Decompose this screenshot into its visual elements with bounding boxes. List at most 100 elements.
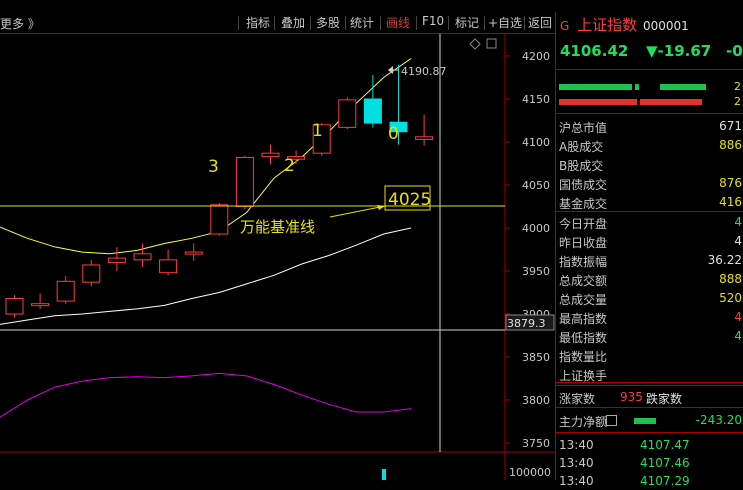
ratio-bar-red-right — [640, 99, 702, 105]
mainflow-label: 主力净额 — [559, 415, 608, 429]
kline-chart[interactable]: 4200415041004050400039503900385038003750… — [0, 34, 555, 480]
tab-overlay[interactable]: 叠加 — [278, 14, 308, 31]
stat-row: 上证换手 — [556, 364, 743, 383]
ma-yellow-line — [0, 58, 412, 255]
wave-label-2: 2 — [284, 156, 295, 176]
quote-title: G 上证指数 000001 — [560, 14, 689, 35]
stat-row: 沪总市值 671 — [556, 116, 743, 135]
stat-row: 指数量比 — [556, 345, 743, 364]
tab-draw-line[interactable]: 画线 — [383, 14, 413, 31]
top-strip — [0, 0, 555, 4]
candle-body — [363, 98, 382, 124]
resize-controls[interactable] — [469, 38, 497, 50]
stock-code: 000001 — [642, 19, 689, 33]
divider — [556, 382, 743, 384]
stat-value: 36.22 — [707, 252, 742, 267]
tick-row: 13:40 4107.46 — [556, 453, 743, 472]
stat-label: 国债成交 — [559, 178, 608, 193]
stat-row: 最高指数 4 — [556, 307, 743, 326]
separator — [448, 16, 449, 30]
ma-magenta-line — [0, 372, 412, 418]
candle-body — [107, 257, 126, 263]
list-icon[interactable] — [606, 415, 617, 426]
stat-label: B股成交 — [559, 159, 604, 174]
tick-price: 4107.46 — [640, 456, 690, 470]
stat-label: 最高指数 — [559, 312, 608, 326]
stat-value: 4 — [734, 233, 742, 248]
ratio-bar-red — [559, 99, 637, 105]
tick-price: 4107.47 — [640, 438, 690, 452]
price-tick-label: 4200 — [522, 50, 550, 63]
stat-value: 888 — [719, 271, 742, 286]
divider — [556, 113, 743, 114]
candles — [5, 64, 434, 318]
ratio-bar-green — [559, 84, 632, 90]
quote-panel: G 上证指数 000001 4106.42 ▼-19.67 -0 2 2 沪总市… — [555, 12, 743, 488]
stat-row: 总成交额 888 — [556, 269, 743, 288]
up-count-label: 涨家数 — [559, 392, 596, 406]
stat-label: 指数振幅 — [559, 254, 608, 269]
mainflow-row[interactable]: 主力净额 -243.20 — [556, 410, 743, 429]
candle-body — [82, 264, 101, 283]
price-tick-label: 3950 — [522, 265, 550, 278]
price-tick-label: 4000 — [522, 222, 550, 235]
candle-body — [338, 99, 357, 128]
stat-value: 671 — [719, 119, 742, 133]
tab-f10[interactable]: F10 — [419, 14, 447, 28]
ratio-bar-green-small — [635, 84, 639, 90]
separator — [416, 16, 417, 30]
volume-bar — [382, 469, 386, 480]
stat-row: A股成交 886 — [556, 135, 743, 154]
stat-label: 总成交量 — [559, 292, 608, 307]
more-menu[interactable]: 更多 》 — [0, 15, 40, 32]
candle-body — [56, 280, 75, 302]
baseline-note: 万能基准线 — [240, 218, 315, 236]
price-tick-label: 3750 — [522, 437, 550, 450]
stat-row: 最低指数 4 — [556, 326, 743, 345]
stat-label: 昨日收盘 — [559, 235, 608, 250]
tab-statistics[interactable]: 统计 — [347, 14, 377, 31]
stat-label: 总成交额 — [559, 273, 608, 288]
tick-time: 13:40 — [559, 456, 594, 470]
stat-value: 4 — [734, 214, 742, 229]
window-icon[interactable] — [486, 38, 497, 49]
tab-indicators[interactable]: 指标 — [243, 14, 273, 31]
tab-mark[interactable]: 标记 — [452, 14, 482, 31]
stat-label: 今日开盘 — [559, 216, 608, 231]
price-tick-label: 4100 — [522, 136, 550, 149]
candle-body — [159, 259, 178, 274]
ratio-bar-green-right — [660, 84, 706, 90]
stat-row: 国债成交 876 — [556, 173, 743, 192]
stat-value: 4 — [734, 329, 742, 344]
candle-body — [184, 251, 203, 255]
candle-body — [210, 204, 229, 235]
price-tick-label: 3850 — [522, 351, 550, 364]
stat-row: 总成交量 520 — [556, 288, 743, 307]
tick-price: 4107.29 — [640, 474, 690, 488]
price-tick-label: 4150 — [522, 93, 550, 106]
stat-row: 基金成交 416 — [556, 192, 743, 211]
up-count-value: 935 — [620, 390, 643, 404]
back-button[interactable]: 返回 — [525, 14, 555, 31]
tab-multi-stock[interactable]: 多股 — [313, 14, 343, 31]
down-count-label: 跌家数 — [646, 392, 683, 406]
tick-row: 13:40 4107.29 — [556, 471, 743, 490]
price-tick-label: 3800 — [522, 394, 550, 407]
crosshair-value: 3879.3 — [507, 317, 546, 330]
candle-body — [5, 298, 24, 315]
candle-body — [133, 253, 152, 261]
separator — [238, 16, 239, 30]
last-price: 4106.42 — [560, 42, 629, 60]
stat-value: 520 — [719, 290, 742, 305]
divider — [556, 407, 743, 408]
separator — [310, 16, 311, 30]
bar-value-2: 2 — [734, 95, 741, 108]
stat-row: 指数振幅 36.22 — [556, 250, 743, 269]
stat-value: 876 — [719, 176, 742, 191]
diamond-icon[interactable] — [469, 38, 481, 50]
add-watchlist-button[interactable]: +自选 — [485, 14, 525, 31]
chart-toolbar: 更多 》 指标 叠加 多股 统计 画线 F10 标记 +自选 返回 — [0, 12, 555, 34]
tick-time: 13:40 — [559, 438, 594, 452]
candle-body — [261, 152, 280, 158]
separator — [345, 16, 346, 30]
